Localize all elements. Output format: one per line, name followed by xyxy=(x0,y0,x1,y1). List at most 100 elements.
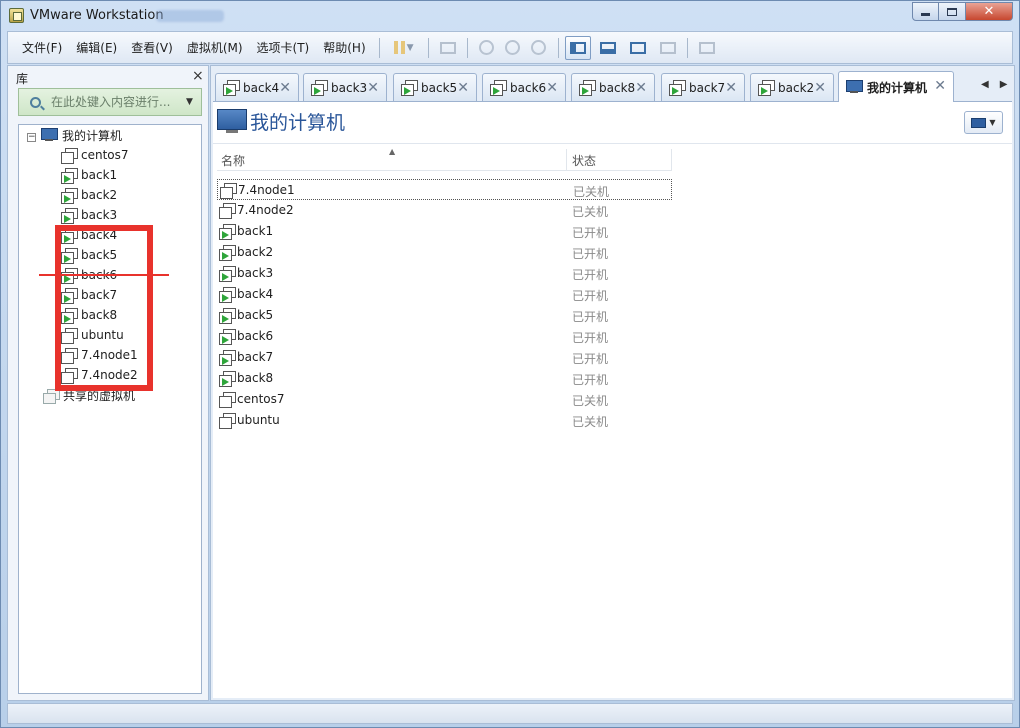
column-header-name[interactable]: 名称 xyxy=(221,152,245,169)
tree-item-label: 7.4node2 xyxy=(81,368,138,382)
vm-icon xyxy=(219,203,236,219)
revert-snapshot-button[interactable] xyxy=(500,36,526,60)
tree-item-ubuntu[interactable]: ubuntu xyxy=(61,325,124,345)
tree-item-back4[interactable]: back4 xyxy=(61,225,117,245)
vm-running-icon xyxy=(61,287,78,304)
snapshot-icon xyxy=(479,40,495,55)
chevron-left-icon[interactable]: ◀ xyxy=(981,79,989,90)
monitor-icon xyxy=(971,117,987,128)
table-row[interactable]: back2 已开机 xyxy=(217,242,672,263)
tab-close-icon[interactable]: ✕ xyxy=(814,80,826,96)
tree-item-shared-vms[interactable]: 共享的虚拟机 xyxy=(43,385,135,405)
menu-view[interactable]: 查看(V) xyxy=(124,39,180,56)
app-icon xyxy=(9,8,24,23)
menu-edit[interactable]: 编辑(E) xyxy=(69,39,124,56)
table-row[interactable]: ubuntu 已关机 xyxy=(217,410,672,431)
tab-back2[interactable]: back2 ✕ xyxy=(750,73,834,101)
tab-back3[interactable]: back3 ✕ xyxy=(303,73,387,101)
vm-name: back8 xyxy=(237,371,274,385)
vm-name: back3 xyxy=(237,266,274,280)
library-search[interactable]: ▼ xyxy=(18,88,202,116)
table-row[interactable]: back4 已开机 xyxy=(217,284,672,305)
computer-icon xyxy=(217,108,247,135)
view-mode-button[interactable]: ▼ xyxy=(964,111,1003,134)
library-tree: − 我的计算机 centos7 back1 back2 back3 back4 … xyxy=(18,124,202,694)
table-row[interactable]: back8 已开机 xyxy=(217,368,672,389)
maximize-button[interactable] xyxy=(939,2,966,21)
pause-button[interactable]: ▼ xyxy=(386,36,422,60)
table-row[interactable]: back1 已开机 xyxy=(217,221,672,242)
thumbnail-bar-button[interactable] xyxy=(595,36,621,60)
unity-button[interactable] xyxy=(655,36,681,60)
vm-icon xyxy=(61,147,78,164)
my-computer-view: 我的计算机 ▼ ▲ 名称 状态 7.4node1 已关机 7.4node2 已关机 ba… xyxy=(213,101,1012,698)
table-row[interactable]: back3 已开机 xyxy=(217,263,672,284)
tab-close-icon[interactable]: ✕ xyxy=(934,78,946,94)
tree-collapse-icon[interactable]: − xyxy=(27,133,36,142)
vm-name: 7.4node2 xyxy=(237,203,294,217)
menu-help[interactable]: 帮助(H) xyxy=(316,39,372,56)
vm-running-icon xyxy=(61,247,78,264)
keyboard-icon xyxy=(439,41,456,54)
tree-item-label: back2 xyxy=(81,188,118,202)
menu-file[interactable]: 文件(F) xyxy=(15,39,69,56)
menu-vm[interactable]: 虚拟机(M) xyxy=(180,39,250,56)
tab-close-icon[interactable]: ✕ xyxy=(367,80,379,96)
table-row[interactable]: back7 已开机 xyxy=(217,347,672,368)
table-row[interactable]: back6 已开机 xyxy=(217,326,672,347)
vm-name: centos7 xyxy=(237,392,285,406)
tree-item-back3[interactable]: back3 xyxy=(61,205,117,225)
vm-icon xyxy=(220,183,237,199)
chevron-down-icon[interactable]: ▼ xyxy=(186,97,193,107)
show-library-button[interactable] xyxy=(564,35,591,60)
tree-item-7-4node2[interactable]: 7.4node2 xyxy=(61,365,138,385)
vm-name: 7.4node1 xyxy=(238,183,295,197)
vm-running-icon xyxy=(61,227,78,244)
snapshot-manager-button[interactable] xyxy=(526,36,552,60)
tree-item-back7[interactable]: back7 xyxy=(61,285,117,305)
tab-my-computer[interactable]: 我的计算机 ✕ xyxy=(838,71,954,102)
chevron-right-icon[interactable]: ▶ xyxy=(1000,79,1008,90)
tab-close-icon[interactable]: ✕ xyxy=(725,80,737,96)
send-keys-button[interactable] xyxy=(435,36,461,60)
menu-tabs[interactable]: 选项卡(T) xyxy=(250,39,317,56)
tab-close-icon[interactable]: ✕ xyxy=(546,80,558,96)
tab-back4[interactable]: back4 ✕ xyxy=(215,73,299,101)
tab-back7[interactable]: back7 ✕ xyxy=(661,73,745,101)
column-header-status[interactable]: 状态 xyxy=(572,152,596,169)
tab-close-icon[interactable]: ✕ xyxy=(279,80,291,96)
tree-item-7-4node1[interactable]: 7.4node1 xyxy=(61,345,138,365)
vm-status: 已开机 xyxy=(572,352,609,366)
vm-icon xyxy=(219,413,236,429)
vm-running-icon xyxy=(311,80,328,96)
column-divider[interactable] xyxy=(671,149,672,171)
table-row[interactable]: 7.4node1 已关机 xyxy=(217,179,672,200)
tab-close-icon[interactable]: ✕ xyxy=(457,80,469,96)
table-row[interactable]: centos7 已关机 xyxy=(217,389,672,410)
tree-item-back6[interactable]: back6 xyxy=(61,265,117,285)
tree-item-my-computer[interactable]: 我的计算机 xyxy=(41,125,122,145)
tree-item-back1[interactable]: back1 xyxy=(61,165,117,185)
snapshot-button[interactable] xyxy=(474,36,500,60)
minimize-button[interactable] xyxy=(912,2,939,21)
tree-item-back8[interactable]: back8 xyxy=(61,305,117,325)
table-row[interactable]: back5 已开机 xyxy=(217,305,672,326)
vm-running-icon xyxy=(219,329,236,345)
console-view-button[interactable] xyxy=(694,36,720,60)
tree-item-back5[interactable]: back5 xyxy=(61,245,117,265)
column-divider[interactable] xyxy=(566,149,567,171)
tree-item-label: 共享的虚拟机 xyxy=(63,388,136,403)
tree-item-back2[interactable]: back2 xyxy=(61,185,117,205)
tab-close-icon[interactable]: ✕ xyxy=(635,80,647,96)
page-header: 我的计算机 xyxy=(217,108,345,135)
vm-running-icon xyxy=(223,80,240,96)
close-window-button[interactable]: ✕ xyxy=(966,2,1013,21)
tree-item-centos7[interactable]: centos7 xyxy=(61,145,129,165)
fullscreen-button[interactable] xyxy=(625,36,651,60)
tab-back6[interactable]: back6 ✕ xyxy=(482,73,566,101)
library-search-input[interactable] xyxy=(51,95,183,109)
library-close-button[interactable]: × xyxy=(192,68,204,84)
tab-back8[interactable]: back8 ✕ xyxy=(571,73,655,101)
tab-back5[interactable]: back5 ✕ xyxy=(393,73,477,101)
table-row[interactable]: 7.4node2 已关机 xyxy=(217,200,672,221)
